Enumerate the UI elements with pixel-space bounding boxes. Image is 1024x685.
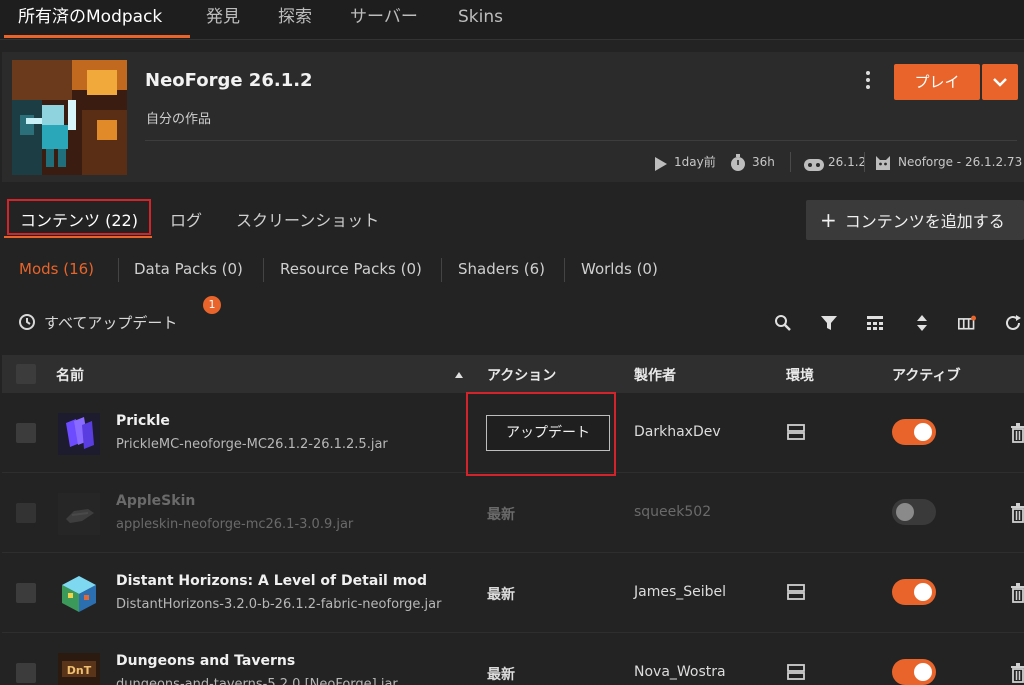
loader-cat-icon xyxy=(876,156,890,170)
sort-icon[interactable] xyxy=(913,314,931,332)
mod-author: Nova_Wostra xyxy=(634,664,726,680)
highlight-box-contents-tab xyxy=(7,199,151,235)
mod-name: Distant Horizons: A Level of Detail mod xyxy=(116,573,427,589)
tab-explore[interactable]: 探索 xyxy=(278,0,312,38)
filter-separator xyxy=(441,258,442,282)
appleskin-mod-icon xyxy=(58,493,100,535)
active-toggle[interactable] xyxy=(892,499,936,525)
instance-title: NeoForge 26.1.2 xyxy=(145,70,313,91)
chevron-down-icon xyxy=(993,78,1007,87)
row-checkbox[interactable] xyxy=(16,503,36,523)
trash-icon[interactable] xyxy=(1010,583,1024,603)
add-content-label: コンテンツを追加する xyxy=(844,212,1005,231)
row-checkbox[interactable] xyxy=(16,423,36,443)
instance-header: NeoForge 26.1.2 自分の作品 プレイ 1day前 36h 26.1… xyxy=(2,52,1024,182)
header-divider xyxy=(145,140,1017,141)
mod-name: Dungeons and Taverns xyxy=(116,653,296,669)
filter-mods[interactable]: Mods (16) xyxy=(19,260,94,278)
columns-icon[interactable] xyxy=(958,314,976,332)
filter-data-packs[interactable]: Data Packs (0) xyxy=(134,260,243,278)
column-name[interactable]: 名前 xyxy=(56,365,84,385)
tab-owned-modpacks[interactable]: 所有済のModpack xyxy=(18,0,162,38)
playtime: 36h xyxy=(752,155,775,169)
active-tab-indicator xyxy=(4,35,190,38)
play-icon xyxy=(655,157,667,171)
dungeons-and-taverns-mod-icon: DnT xyxy=(58,653,100,685)
top-nav: 所有済のModpack 発見 探索 サーバー Skins xyxy=(0,0,1024,40)
filter-icon[interactable] xyxy=(820,314,838,332)
column-env: 環境 xyxy=(786,368,814,384)
game-version: 26.1.2 xyxy=(828,155,867,169)
select-all-checkbox[interactable] xyxy=(16,364,36,384)
tab-discover[interactable]: 発見 xyxy=(206,0,240,38)
tab-servers[interactable]: サーバー xyxy=(350,0,418,38)
filter-resource-packs[interactable]: Resource Packs (0) xyxy=(280,260,422,278)
prickle-mod-icon xyxy=(58,413,100,455)
column-active: アクティブ xyxy=(892,368,961,384)
mod-author: James_Seibel xyxy=(634,584,727,600)
grid-view-icon[interactable] xyxy=(866,314,884,332)
mod-author: squeek502 xyxy=(634,504,712,520)
search-icon[interactable] xyxy=(774,314,792,332)
trash-icon[interactable] xyxy=(1010,503,1024,523)
instance-subtitle: 自分の作品 xyxy=(146,112,212,127)
filter-separator xyxy=(263,258,264,282)
tab-skins[interactable]: Skins xyxy=(458,0,503,38)
svg-text:DnT: DnT xyxy=(67,664,92,677)
play-button[interactable]: プレイ xyxy=(894,64,980,100)
row-checkbox[interactable] xyxy=(16,583,36,603)
update-all-label: すべてアップデート xyxy=(44,314,178,332)
trash-icon[interactable] xyxy=(1010,423,1024,443)
table-row: DnT Dungeons and Taverns dungeons-and-ta… xyxy=(2,633,1024,685)
mod-name: Prickle xyxy=(116,413,170,429)
meta-separator xyxy=(790,152,791,172)
server-icon xyxy=(787,664,805,680)
mod-file: PrickleMC-neoforge-MC26.1.2-26.1.2.5.jar xyxy=(116,437,388,452)
mod-status: 最新 xyxy=(487,667,515,683)
table-row: AppleSkin appleskin-neoforge-mc26.1-3.0.… xyxy=(2,473,1024,553)
last-played: 1day前 xyxy=(674,155,716,169)
mod-status: 最新 xyxy=(487,587,515,603)
table-header: 名前 アクション 製作者 環境 アクティブ xyxy=(2,355,1024,393)
trash-icon[interactable] xyxy=(1010,663,1024,683)
column-author: 製作者 xyxy=(634,368,676,384)
loader-version: Neoforge - 26.1.2.73 xyxy=(898,155,1023,169)
server-icon xyxy=(787,424,805,440)
instance-thumbnail xyxy=(12,60,127,175)
update-count-badge: 1 xyxy=(203,296,221,314)
mod-name: AppleSkin xyxy=(116,493,196,509)
tab-screenshots[interactable]: スクリーンショット xyxy=(236,207,379,231)
active-toggle[interactable] xyxy=(892,419,936,445)
mod-file: DistantHorizons-3.2.0-b-26.1.2-fabric-ne… xyxy=(116,597,442,612)
row-checkbox[interactable] xyxy=(16,663,36,683)
tab-log[interactable]: ログ xyxy=(170,207,202,231)
distant-horizons-mod-icon xyxy=(58,573,100,615)
sort-asc-icon[interactable] xyxy=(454,371,464,379)
active-toggle[interactable] xyxy=(892,659,936,685)
mod-file: appleskin-neoforge-mc26.1-3.0.9.jar xyxy=(116,517,354,532)
server-icon xyxy=(787,584,805,600)
filter-separator xyxy=(118,258,119,282)
meta-separator xyxy=(864,152,865,172)
refresh-icon[interactable] xyxy=(1004,314,1022,332)
plus-icon: + xyxy=(820,208,837,232)
filter-shaders[interactable]: Shaders (6) xyxy=(458,260,545,278)
stopwatch-icon xyxy=(731,154,745,171)
mod-author: DarkhaxDev xyxy=(634,424,721,440)
highlight-box-update xyxy=(466,392,616,476)
history-icon xyxy=(19,314,35,330)
more-options-icon[interactable] xyxy=(858,68,878,94)
play-dropdown-button[interactable] xyxy=(982,64,1018,100)
content-tab-indicator xyxy=(4,236,152,238)
gamepad-icon xyxy=(804,159,824,171)
update-all-button[interactable]: すべてアップデート xyxy=(18,312,177,334)
mod-file: dungeons-and-taverns-5.2.0 [NeoForge].ja… xyxy=(116,677,398,685)
filter-separator xyxy=(564,258,565,282)
filter-worlds[interactable]: Worlds (0) xyxy=(581,260,658,278)
active-toggle[interactable] xyxy=(892,579,936,605)
add-content-button[interactable]: + コンテンツを追加する xyxy=(806,200,1024,240)
table-row: Distant Horizons: A Level of Detail mod … xyxy=(2,553,1024,633)
column-action: アクション xyxy=(487,368,557,384)
mod-status: 最新 xyxy=(487,507,515,523)
